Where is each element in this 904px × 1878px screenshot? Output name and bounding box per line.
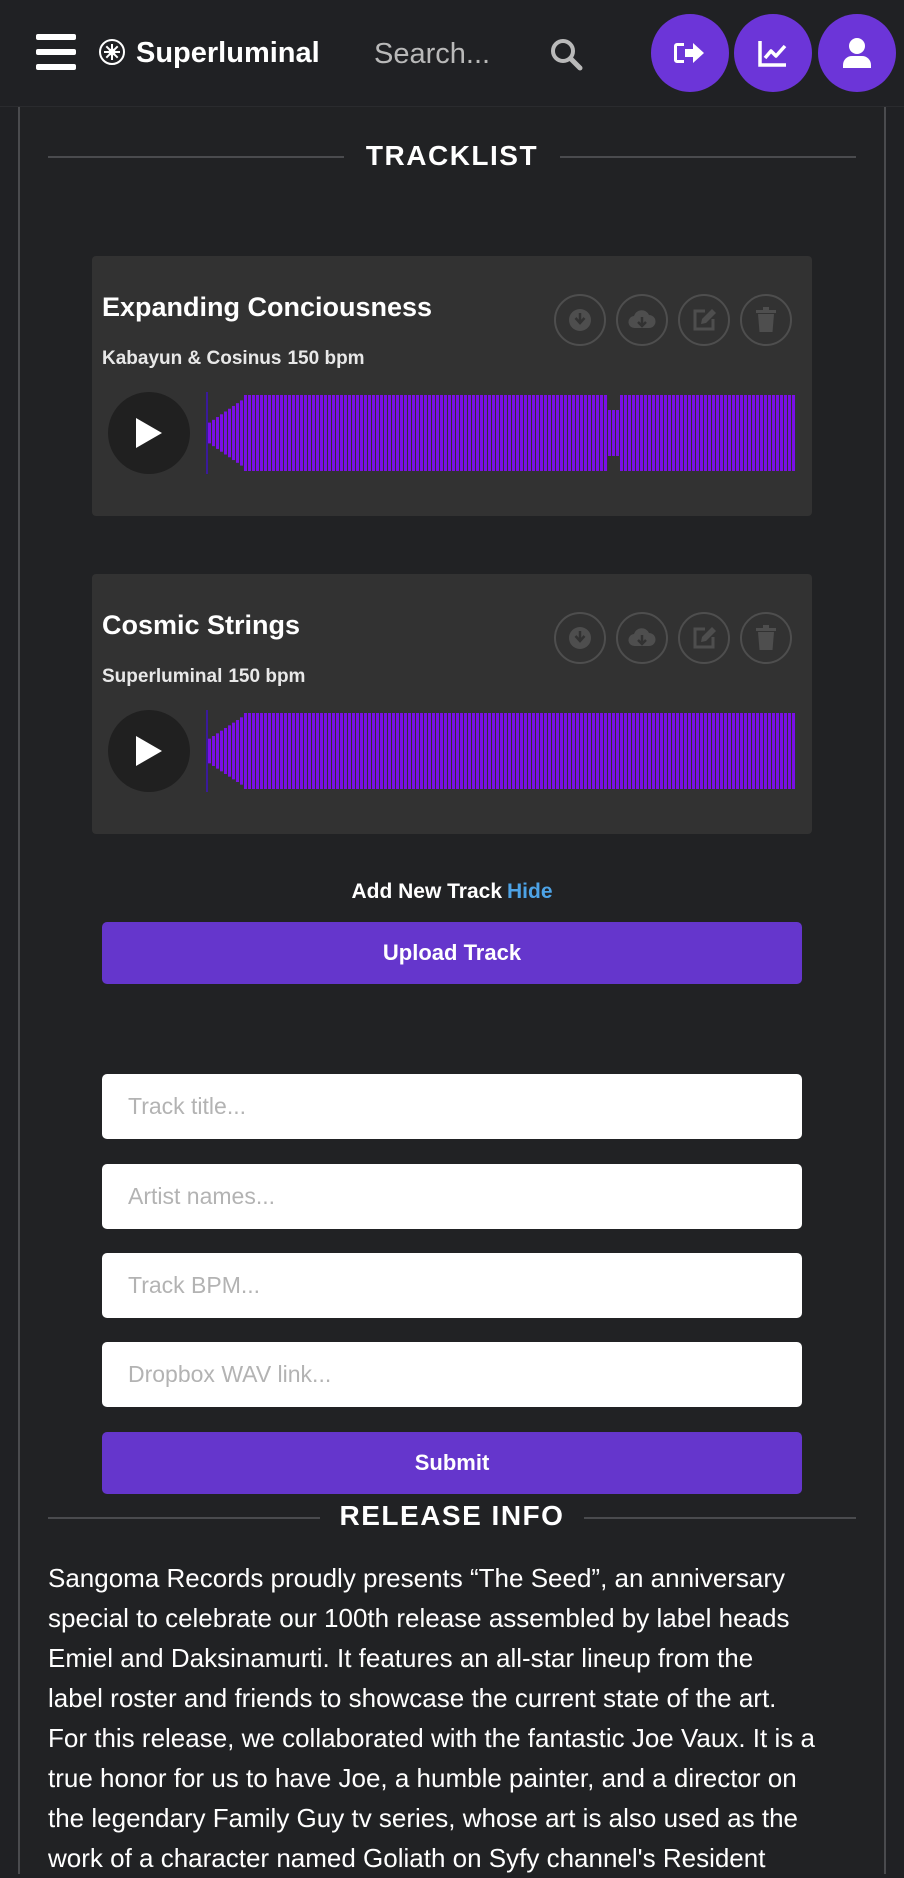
description-line: label roster and friends to showcase the… xyxy=(48,1683,777,1713)
hamburger-menu-icon[interactable] xyxy=(36,34,76,70)
logo-icon xyxy=(99,39,125,65)
description-line: Emiel and Daksinamurti. It features an a… xyxy=(48,1643,754,1673)
track-bpm: 150 bpm xyxy=(228,666,306,687)
edit-button[interactable] xyxy=(678,612,730,664)
cloud-download-icon xyxy=(628,310,656,329)
track-card: Cosmic Strings Superluminal 150 bpm xyxy=(92,574,812,834)
delete-button[interactable] xyxy=(740,294,792,346)
trash-icon xyxy=(756,625,776,650)
search-input[interactable] xyxy=(372,30,536,78)
analytics-button[interactable] xyxy=(734,14,812,92)
sign-out-icon xyxy=(674,43,704,63)
description-line: For this release, we collaborated with t… xyxy=(48,1723,815,1753)
track-meta: Kabayun & Cosinus 150 bpm xyxy=(102,348,365,370)
dropbox-link-field[interactable] xyxy=(102,1342,802,1407)
download-button[interactable] xyxy=(554,612,606,664)
brand-name[interactable]: Superluminal xyxy=(136,33,320,73)
description-line: Sangoma Records proudly presents “The Se… xyxy=(48,1563,786,1593)
hide-link[interactable]: Hide xyxy=(507,880,553,903)
top-nav-bar: Superluminal xyxy=(0,0,904,107)
delete-button[interactable] xyxy=(740,612,792,664)
track-artist: Kabayun & Cosinus xyxy=(102,348,282,369)
upload-track-button[interactable]: Upload Track xyxy=(102,922,802,984)
track-bpm-field[interactable] xyxy=(102,1253,802,1318)
release-description: Sangoma Records proudly presents “The Se… xyxy=(48,1558,858,1878)
add-track-row: Add New Track Hide xyxy=(0,880,904,904)
download-button[interactable] xyxy=(554,294,606,346)
cloud-download-icon xyxy=(628,628,656,647)
submit-button[interactable]: Submit xyxy=(102,1432,802,1494)
track-bpm: 150 bpm xyxy=(287,348,365,369)
waveform[interactable] xyxy=(206,710,796,792)
artist-names-field[interactable] xyxy=(102,1164,802,1229)
description-line: the legendary Family Guy tv series, whos… xyxy=(48,1803,799,1833)
user-icon xyxy=(843,38,871,68)
tracklist-heading: TRACKLIST xyxy=(365,140,539,171)
track-title: Expanding Conciousness xyxy=(102,292,433,322)
search-icon[interactable] xyxy=(548,36,584,72)
play-button[interactable] xyxy=(108,392,190,474)
trash-icon xyxy=(756,307,776,332)
edit-icon xyxy=(693,627,716,649)
play-icon xyxy=(136,418,162,448)
download-icon xyxy=(569,627,591,649)
edit-button[interactable] xyxy=(678,294,730,346)
profile-button[interactable] xyxy=(818,14,896,92)
waveform[interactable] xyxy=(206,392,796,474)
add-track-label: Add New Track xyxy=(351,880,503,903)
sign-out-button[interactable] xyxy=(651,14,729,92)
play-icon xyxy=(136,736,162,766)
cloud-download-button[interactable] xyxy=(616,294,668,346)
track-meta: Superluminal 150 bpm xyxy=(102,666,305,688)
release-info-heading: RELEASE INFO xyxy=(339,1500,565,1531)
chart-icon xyxy=(758,41,787,67)
description-line: special to celebrate our 100th release a… xyxy=(48,1603,790,1633)
track-card: Expanding Conciousness Kabayun & Cosinus… xyxy=(92,256,812,516)
track-title: Cosmic Strings xyxy=(102,610,301,640)
play-button[interactable] xyxy=(108,710,190,792)
description-line: true honor for us to have Joe, a humble … xyxy=(48,1763,797,1793)
track-artist: Superluminal xyxy=(102,666,223,687)
track-title-field[interactable] xyxy=(102,1074,802,1139)
edit-icon xyxy=(693,309,716,331)
cloud-download-button[interactable] xyxy=(616,612,668,664)
download-icon xyxy=(569,309,591,331)
description-line: work of a character named Goliath on Syf… xyxy=(48,1843,766,1873)
